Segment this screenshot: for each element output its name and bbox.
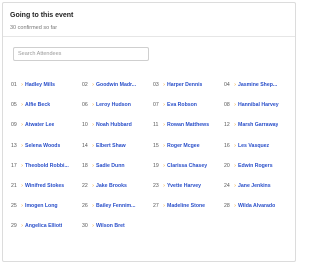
attendee-item[interactable]: 20 › Edwin Rogers xyxy=(224,156,293,176)
attendee-name-link[interactable]: Madeline Stone xyxy=(167,202,205,210)
attendee-number: 01 xyxy=(11,82,17,89)
attendee-name-link[interactable]: Winifred Stokes xyxy=(25,182,64,190)
attendee-item[interactable]: 13 › Selena Woods xyxy=(11,136,82,156)
attendee-name-link[interactable]: Les Vasquez xyxy=(238,142,269,150)
attendee-item[interactable]: 28 › Wilda Alvarado xyxy=(224,196,293,216)
attendee-number: 21 xyxy=(11,183,17,190)
attendee-name-link[interactable]: Eva Robson xyxy=(167,101,197,109)
attendee-item[interactable]: 15 › Roger Mcgee xyxy=(153,136,224,156)
attendee-number: 07 xyxy=(153,102,159,109)
attendee-name-link[interactable]: Angelica Elliott xyxy=(25,222,62,230)
attendee-item[interactable]: 07 › Eva Robson xyxy=(153,95,224,115)
attendee-name-link[interactable]: Edwin Rogers xyxy=(238,162,273,170)
attendee-name-link[interactable]: Selena Woods xyxy=(25,142,60,150)
attendee-number: 10 xyxy=(82,122,88,129)
attendee-name-link[interactable]: Hadley Mills xyxy=(25,81,55,89)
attendee-item[interactable]: 30 › Wilson Bret xyxy=(82,216,153,236)
attendee-number: 26 xyxy=(82,203,88,210)
attendee-number: 09 xyxy=(11,122,17,129)
attendee-number: 18 xyxy=(82,162,88,169)
attendee-name-link[interactable]: Jasmine Shep... xyxy=(238,81,277,89)
attendee-item[interactable]: 04 › Jasmine Shep... xyxy=(224,75,293,95)
attendee-name-link[interactable]: Imogen Long xyxy=(25,202,58,210)
attendee-name-link[interactable]: Sadie Dunn xyxy=(96,162,125,170)
attendee-number: 12 xyxy=(224,122,230,129)
attendee-name-link[interactable]: Wilda Alvarado xyxy=(238,202,275,210)
attendee-item[interactable]: 22 › Jake Brooks xyxy=(82,176,153,196)
attendee-item[interactable]: 25 › Imogen Long xyxy=(11,196,82,216)
attendee-number: 06 xyxy=(82,102,88,109)
search-attendees-input[interactable] xyxy=(13,47,149,61)
attendee-item[interactable]: 21 › Winifred Stokes xyxy=(11,176,82,196)
attendee-item[interactable]: 14 › Elbert Shaw xyxy=(82,136,153,156)
attendee-name-link[interactable]: Rowan Matthews xyxy=(167,121,209,129)
attendee-item[interactable]: 09 › Atwater Lee xyxy=(11,115,82,135)
attendee-number: 02 xyxy=(82,82,88,89)
attendee-number: 24 xyxy=(224,183,230,190)
attendee-name-link[interactable]: Alfie Beck xyxy=(25,101,50,109)
attendee-name-link[interactable]: Elbert Shaw xyxy=(96,142,126,150)
attendee-name-link[interactable]: Jake Brooks xyxy=(96,182,127,190)
attendee-number: 27 xyxy=(153,203,159,210)
attendee-number: 05 xyxy=(11,102,17,109)
attendee-item[interactable]: 12 › Marsh Garraway xyxy=(224,115,293,135)
attendee-name-link[interactable]: Bailey Fennim... xyxy=(96,202,136,210)
attendee-item[interactable]: 02 › Goodwin Madr... xyxy=(82,75,153,95)
attendee-name-link[interactable]: Theobold Robbi... xyxy=(25,162,69,170)
attendee-number: 11 xyxy=(153,122,159,129)
card-body: 01›Hadley Mills02›Goodwin Madr...03›Harp… xyxy=(3,37,295,262)
attendee-name-link[interactable]: Wilson Bret xyxy=(96,222,125,230)
attendee-item[interactable]: 05 › Alfie Beck xyxy=(11,95,82,115)
attendee-number: 29 xyxy=(11,223,17,230)
attendee-item[interactable]: 11 › Rowan Matthews xyxy=(153,115,224,135)
attendee-item[interactable]: 18 › Sadie Dunn xyxy=(82,156,153,176)
attendee-number: 23 xyxy=(153,183,159,190)
attendee-name-link[interactable]: Noah Hubbard xyxy=(96,121,132,129)
attendee-item[interactable]: 06 › Leroy Hudson xyxy=(82,95,153,115)
attendees-card: Going to this event 30 confirmed so far … xyxy=(2,2,296,262)
attendee-item[interactable]: 29 › Angelica Elliott xyxy=(11,216,82,236)
attendee-item[interactable]: 24 › Jane Jenkins xyxy=(224,176,293,196)
attendee-number: 20 xyxy=(224,162,230,169)
attendee-item[interactable]: 23 › Yvette Harvey xyxy=(153,176,224,196)
attendee-number: 13 xyxy=(11,142,17,149)
attendee-name-link[interactable]: Roger Mcgee xyxy=(167,142,200,150)
attendee-number: 16 xyxy=(224,142,230,149)
attendee-name-link[interactable]: Hannibal Harvey xyxy=(238,101,279,109)
attendee-item[interactable]: 01 › Hadley Mills xyxy=(11,75,82,95)
card-title: Going to this event xyxy=(10,12,74,19)
attendee-item[interactable]: 03 › Harper Dennis xyxy=(153,75,224,95)
attendee-number: 28 xyxy=(224,203,230,210)
attendee-name-link[interactable]: Harper Dennis xyxy=(167,81,202,89)
attendee-number: 14 xyxy=(82,142,88,149)
attendee-number: 30 xyxy=(82,223,88,230)
attendee-number: 08 xyxy=(224,102,230,109)
attendee-item[interactable]: 19 › Clarissa Chasey xyxy=(153,156,224,176)
attendee-name-link[interactable]: Clarissa Chasey xyxy=(167,162,207,170)
attendee-number: 04 xyxy=(224,82,230,89)
attendee-item[interactable]: 10 › Noah Hubbard xyxy=(82,115,153,135)
attendee-name-link[interactable]: Leroy Hudson xyxy=(96,101,131,109)
attendee-number: 17 xyxy=(11,162,17,169)
attendee-name-link[interactable]: Yvette Harvey xyxy=(167,182,201,190)
attendee-item[interactable]: 16 › Les Vasquez xyxy=(224,136,293,156)
attendee-number: 19 xyxy=(153,162,159,169)
confirmed-count: 30 confirmed so far xyxy=(10,25,58,31)
attendee-name-link[interactable]: Atwater Lee xyxy=(25,121,54,129)
attendee-number: 22 xyxy=(82,183,88,190)
attendee-list: 01 › Hadley Mills 02 › Goodwin Madr... 03 › Harp… xyxy=(11,75,293,237)
attendee-number: 25 xyxy=(11,203,17,210)
card-header: Going to this event 30 confirmed so far xyxy=(3,3,295,37)
attendee-item[interactable]: 08 › Hannibal Harvey xyxy=(224,95,293,115)
attendee-item[interactable]: 27 › Madeline Stone xyxy=(153,196,224,216)
attendee-number: 03 xyxy=(153,82,159,89)
attendee-name-link[interactable]: Marsh Garraway xyxy=(238,121,278,129)
attendee-item[interactable]: 26 › Bailey Fennim... xyxy=(82,196,153,216)
attendee-number: 15 xyxy=(153,142,159,149)
attendee-item[interactable]: 17 › Theobold Robbi... xyxy=(11,156,82,176)
attendee-name-link[interactable]: Jane Jenkins xyxy=(238,182,271,190)
attendee-name-link[interactable]: Goodwin Madr... xyxy=(96,81,136,89)
